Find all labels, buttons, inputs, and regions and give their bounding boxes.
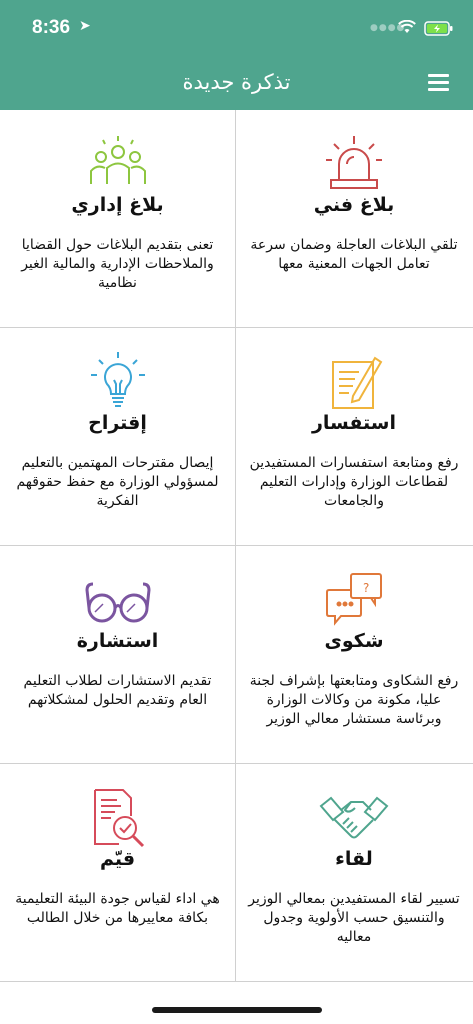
tile-description: إيصال مقترحات المهتمين بالتعليم لمسؤولي … xyxy=(16,455,219,509)
tile-meeting[interactable]: لقاء تسيير لقاء المستفيدين بمعالي الوزير… xyxy=(236,764,472,981)
tile-title: شكوى xyxy=(324,630,384,652)
tile-evaluate[interactable]: قيّم هي اداء لقياس جودة البيئة التعليمية… xyxy=(0,764,236,981)
page-title: تذكرة جديدة xyxy=(182,70,291,94)
note-pencil-icon xyxy=(332,356,383,409)
home-indicator[interactable] xyxy=(152,1007,322,1013)
tile-technical-report[interactable]: بلاغ فني تلقي البلاغات العاجلة وضمان سرع… xyxy=(236,110,472,327)
siren-icon xyxy=(326,136,382,189)
tile-title: لقاء xyxy=(335,848,373,870)
tile-description: هي اداء لقياس جودة البيئة التعليمية بكاف… xyxy=(15,891,220,926)
tile-title: قيّم xyxy=(99,848,136,870)
tile-inquiry[interactable]: استفسار رفع ومتابعة استفسارات المستفيدين… xyxy=(236,328,472,545)
tile-description: تلقي البلاغات العاجلة وضمان سرعة تعامل ا… xyxy=(250,237,458,272)
status-time: 8:36 xyxy=(32,17,71,38)
checklist-magnifier-icon xyxy=(93,789,144,848)
tile-suggestion[interactable]: إقتراح إيصال مقترحات المهتمين بالتعليم ل… xyxy=(0,328,236,545)
location-arrow-icon: ➤ xyxy=(79,18,91,34)
people-icon xyxy=(89,136,146,184)
nav-bar: تذكرة جديدة xyxy=(0,58,473,110)
tile-description: رفع الشكاوى ومتابعتها بإشراف لجنة عليا، … xyxy=(249,673,459,727)
tile-description: تقديم الاستشارات لطلاب التعليم العام وتق… xyxy=(23,673,212,708)
battery-icon xyxy=(424,21,453,36)
tile-description: تسيير لقاء المستفيدين بمعالي الوزير والت… xyxy=(248,891,460,945)
tile-administrative-report[interactable]: بلاغ إداري تعنى بتقديم البلاغات حول القض… xyxy=(0,110,236,327)
glasses-icon xyxy=(84,582,151,623)
tile-title: استفسار xyxy=(311,412,397,434)
tile-title: إقتراح xyxy=(88,412,147,434)
tile-title: بلاغ فني xyxy=(313,194,395,216)
status-bar: 8:36 ➤ ●●●● xyxy=(0,0,473,58)
lightbulb-icon xyxy=(90,352,145,407)
handshake-icon xyxy=(319,796,389,839)
tile-consultation[interactable]: استشارة تقديم الاستشارات لطلاب التعليم ا… xyxy=(0,546,236,763)
hamburger-menu-icon[interactable] xyxy=(428,74,452,94)
tile-description: تعنى بتقديم البلاغات حول القضايا والملاح… xyxy=(21,237,214,291)
wifi-icon xyxy=(398,20,416,33)
chat-bubbles-icon: ? xyxy=(326,573,382,626)
tile-complaint[interactable]: ? شكوى رفع الشكاوى ومتابعتها بإشراف لجنة… xyxy=(236,546,472,763)
tile-title: استشارة xyxy=(76,630,159,652)
tile-description: رفع ومتابعة استفسارات المستفيدين لقطاعات… xyxy=(249,455,459,509)
tile-title: بلاغ إداري xyxy=(71,194,164,216)
ticket-type-grid: بلاغ إداري تعنى بتقديم البلاغات حول القض… xyxy=(0,110,473,982)
svg-text:?: ? xyxy=(363,581,369,595)
